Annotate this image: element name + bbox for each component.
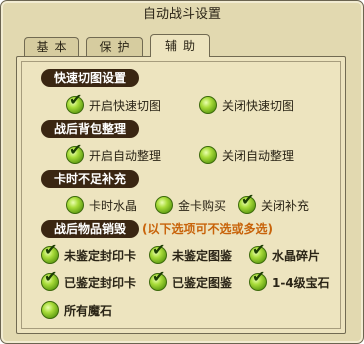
option-identified-seal-card[interactable]: ✔ 已鉴定封印卡 xyxy=(41,269,136,293)
radio-checked-icon: ✔ xyxy=(66,142,84,164)
section-header-bag-cleanup: 战后背包整理 xyxy=(41,120,139,138)
option-card-crystal[interactable]: 卡时水晶 xyxy=(66,194,137,216)
option-enable-fast-switch[interactable]: ✔ 开启快速切图 xyxy=(66,92,161,116)
radio-unchecked-icon xyxy=(41,301,59,319)
multi-select-note: (以下选项可不选或多选) xyxy=(142,222,273,236)
option-crystal-fragment[interactable]: ✔ 水晶碎片 xyxy=(249,242,320,266)
radio-unchecked-icon xyxy=(155,196,173,214)
option-disable-refill[interactable]: ✔ 关闭补充 xyxy=(238,192,309,216)
assist-panel: 快速切图设置 ✔ 开启快速切图 关闭快速切图 战后背包整理 ✔ 开启自动整理 关… xyxy=(16,56,346,334)
radio-checked-icon: ✔ xyxy=(149,269,167,291)
assist-panel-inner: 快速切图设置 ✔ 开启快速切图 关闭快速切图 战后背包整理 ✔ 开启自动整理 关… xyxy=(21,61,341,329)
dialog-title: 自动战斗设置 xyxy=(142,7,221,22)
option-enable-auto-sort[interactable]: ✔ 开启自动整理 xyxy=(66,142,161,166)
option-unidentified-seal-card[interactable]: ✔ 未鉴定封印卡 xyxy=(41,242,136,266)
option-unidentified-codex[interactable]: ✔ 未鉴定图鉴 xyxy=(149,242,232,266)
radio-unchecked-icon xyxy=(199,146,217,164)
option-disable-fast-switch[interactable]: 关闭快速切图 xyxy=(199,94,294,116)
radio-checked-icon: ✔ xyxy=(249,242,267,264)
section-header-card-refill: 卡时不足补充 xyxy=(41,170,139,188)
tab-assist[interactable]: 辅助 xyxy=(150,34,210,57)
radio-checked-icon: ✔ xyxy=(149,242,167,264)
option-all-magic-stones[interactable]: 所有魔石 xyxy=(41,299,112,321)
tab-protection[interactable]: 保护 xyxy=(86,37,143,56)
option-gem-level-1-4[interactable]: ✔ 1-4级宝石 xyxy=(249,269,330,293)
option-identified-codex[interactable]: ✔ 已鉴定图鉴 xyxy=(149,269,232,293)
section-header-fast-switch: 快速切图设置 xyxy=(41,69,139,87)
radio-checked-icon: ✔ xyxy=(66,92,84,114)
radio-unchecked-icon xyxy=(199,96,217,114)
radio-checked-icon: ✔ xyxy=(41,242,59,264)
auto-battle-settings-dialog: 自动战斗设置 基本 保护 辅助 快速切图设置 ✔ 开启快速切图 关闭快速切图 战… xyxy=(0,0,364,344)
radio-unchecked-icon xyxy=(66,196,84,214)
radio-checked-icon: ✔ xyxy=(238,192,256,214)
radio-checked-icon: ✔ xyxy=(249,269,267,291)
tab-basic[interactable]: 基本 xyxy=(24,37,79,56)
radio-checked-icon: ✔ xyxy=(41,269,59,291)
option-disable-auto-sort[interactable]: 关闭自动整理 xyxy=(199,144,294,166)
option-gold-card-purchase[interactable]: 金卡购买 xyxy=(155,194,226,216)
section-header-item-destroy: 战后物品销毁 xyxy=(41,220,139,238)
